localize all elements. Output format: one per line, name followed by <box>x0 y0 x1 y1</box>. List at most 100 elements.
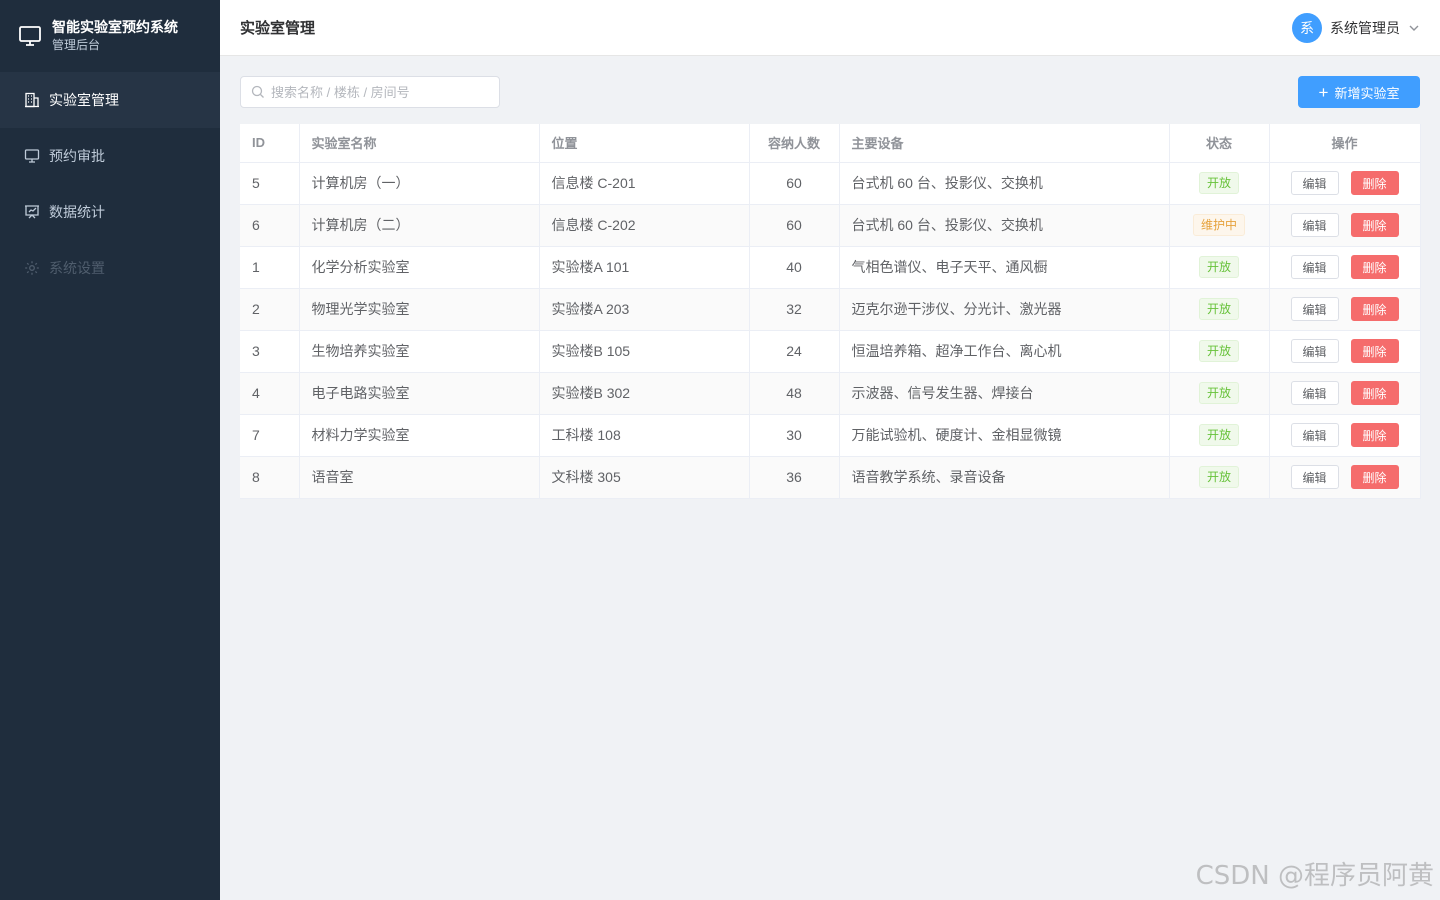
sidebar-item-system-settings[interactable]: 系统设置 <box>0 240 220 296</box>
cell-name: 语音室 <box>299 456 540 499</box>
cell-equipment: 台式机 60 台、投影仪、交换机 <box>839 204 1170 247</box>
cell-name: 材料力学实验室 <box>299 414 540 457</box>
cell-location: 实验楼A 203 <box>539 288 750 331</box>
edit-button[interactable]: 编辑 <box>1290 381 1339 405</box>
cell-capacity: 24 <box>749 330 840 373</box>
table-header-row: ID 实验室名称 位置 容纳人数 主要设备 状态 操作 <box>240 124 1421 163</box>
row-actions: 编辑 删除 <box>1282 297 1408 321</box>
delete-button[interactable]: 删除 <box>1350 297 1399 321</box>
table-row: 6 计算机房（二） 信息楼 C-202 60 台式机 60 台、投影仪、交换机 维护中 编辑… <box>240 204 1421 247</box>
edit-button[interactable]: 编辑 <box>1290 339 1339 363</box>
column-header-actions: 操作 <box>1269 124 1421 163</box>
sidebar-item-label: 系统设置 <box>49 260 105 276</box>
column-header-capacity: 容纳人数 <box>749 124 840 163</box>
delete-button[interactable]: 删除 <box>1350 339 1399 363</box>
cell-id: 6 <box>240 204 300 247</box>
column-header-id: ID <box>240 124 300 163</box>
monitor-icon <box>19 26 41 46</box>
cell-actions: 编辑 删除 <box>1269 204 1421 247</box>
table-row: 4 电子电路实验室 实验楼B 302 48 示波器、信号发生器、焊接台 开放 编辑 删除 <box>240 372 1421 415</box>
cell-name: 电子电路实验室 <box>299 372 540 415</box>
cell-actions: 编辑 删除 <box>1269 456 1421 499</box>
status-badge: 开放 <box>1198 340 1239 362</box>
cell-status: 开放 <box>1169 246 1270 289</box>
cell-location: 实验楼B 302 <box>539 372 750 415</box>
sidebar-item-label: 实验室管理 <box>49 92 119 108</box>
cell-status: 开放 <box>1169 162 1270 205</box>
edit-button[interactable]: 编辑 <box>1290 171 1339 195</box>
monitor-icon <box>24 148 40 164</box>
cell-id: 2 <box>240 288 300 331</box>
main-content: + 新增实验室 ID 实验室名称 位置 容纳人数 主要设备 状态 操作 5计算 <box>240 76 1421 499</box>
row-actions: 编辑 删除 <box>1282 423 1408 447</box>
cell-actions: 编辑 删除 <box>1269 288 1421 331</box>
cell-capacity: 40 <box>749 246 840 289</box>
cell-equipment: 台式机 60 台、投影仪、交换机 <box>839 162 1170 205</box>
table-row: 5 计算机房（一） 信息楼 C-201 60 台式机 60 台、投影仪、交换机 开放 编辑删… <box>240 162 1421 205</box>
gear-icon <box>24 260 40 276</box>
cell-capacity: 30 <box>749 414 840 457</box>
column-header-status: 状态 <box>1169 124 1270 163</box>
brand-subtitle: 管理后台 <box>52 38 101 52</box>
row-actions: 编辑 删除 <box>1282 381 1408 405</box>
sidebar-item-booking-approval[interactable]: 预约审批 <box>0 128 220 184</box>
cell-location: 信息楼 C-201 <box>539 162 750 205</box>
cell-capacity: 60 <box>749 162 840 205</box>
table-row: 8 语音室 文科楼 305 36 语音教学系统、录音设备 开放 编辑 删除 <box>240 456 1421 499</box>
cell-equipment: 迈克尔逊干涉仪、分光计、激光器 <box>839 288 1170 331</box>
add-lab-label: 新增实验室 <box>1334 85 1400 101</box>
cell-name: 生物培养实验室 <box>299 330 540 373</box>
page-title: 实验室管理 <box>240 20 316 37</box>
status-badge: 开放 <box>1198 424 1239 446</box>
sidebar-item-statistics[interactable]: 数据统计 <box>0 184 220 240</box>
delete-button[interactable]: 删除 <box>1350 255 1399 279</box>
edit-button[interactable]: 编辑 <box>1290 255 1339 279</box>
user-menu[interactable]: 系 系统管理员 <box>1292 12 1420 43</box>
cell-actions: 编辑 删除 <box>1269 246 1421 289</box>
add-lab-button[interactable]: + 新增实验室 <box>1298 76 1420 108</box>
avatar: 系 <box>1292 12 1322 43</box>
table-row: 2 物理光学实验室 实验楼A 203 32 迈克尔逊干涉仪、分光计、激光器 开放 编辑 删除 <box>240 288 1421 331</box>
delete-button[interactable]: 删除 <box>1350 171 1399 195</box>
delete-button[interactable]: 删除 <box>1350 381 1399 405</box>
cell-id: 5 <box>240 162 300 205</box>
cell-capacity: 36 <box>749 456 840 499</box>
cell-id: 7 <box>240 414 300 457</box>
cell-capacity: 48 <box>749 372 840 415</box>
search-icon <box>251 85 264 98</box>
cell-name: 化学分析实验室 <box>299 246 540 289</box>
row-actions: 编辑 删除 <box>1282 171 1408 195</box>
building-icon <box>24 92 40 108</box>
cell-actions: 编辑 删除 <box>1269 162 1421 205</box>
column-header-name: 实验室名称 <box>299 124 540 163</box>
edit-button[interactable]: 编辑 <box>1290 297 1339 321</box>
edit-button[interactable]: 编辑 <box>1290 423 1339 447</box>
cell-equipment: 万能试验机、硬度计、金相显微镜 <box>839 414 1170 457</box>
sidebar-item-lab-management[interactable]: 实验室管理 <box>0 72 220 128</box>
cell-id: 8 <box>240 456 300 499</box>
delete-button[interactable]: 删除 <box>1350 213 1399 237</box>
cell-status: 维护中 <box>1169 204 1270 247</box>
cell-actions: 编辑 删除 <box>1269 414 1421 457</box>
cell-status: 开放 <box>1169 456 1270 499</box>
delete-button[interactable]: 删除 <box>1350 465 1399 489</box>
delete-button[interactable]: 删除 <box>1350 423 1399 447</box>
search-input[interactable] <box>271 84 491 100</box>
edit-button[interactable]: 编辑 <box>1290 465 1339 489</box>
brand-title: 智能实验室预约系统 <box>52 19 178 35</box>
cell-actions: 编辑 删除 <box>1269 330 1421 373</box>
cell-status: 开放 <box>1169 330 1270 373</box>
table-row: 1 化学分析实验室 实验楼A 101 40 气相色谱仪、电子天平、通风橱 开放 编辑 删除 <box>240 246 1421 289</box>
cell-status: 开放 <box>1169 414 1270 457</box>
column-header-equipment: 主要设备 <box>839 124 1170 163</box>
status-badge: 开放 <box>1198 298 1239 320</box>
lab-table: ID 实验室名称 位置 容纳人数 主要设备 状态 操作 5 计算机房（一） 信息楼 … <box>240 124 1421 499</box>
status-badge: 开放 <box>1198 382 1239 404</box>
status-badge: 开放 <box>1198 466 1239 488</box>
cell-name: 计算机房（二） <box>299 204 540 247</box>
edit-button[interactable]: 编辑 <box>1290 213 1339 237</box>
row-actions: 编辑 删除 <box>1282 255 1408 279</box>
sidebar-item-label: 预约审批 <box>49 148 105 164</box>
user-name: 系统管理员 <box>1330 19 1400 36</box>
cell-name: 物理光学实验室 <box>299 288 540 331</box>
